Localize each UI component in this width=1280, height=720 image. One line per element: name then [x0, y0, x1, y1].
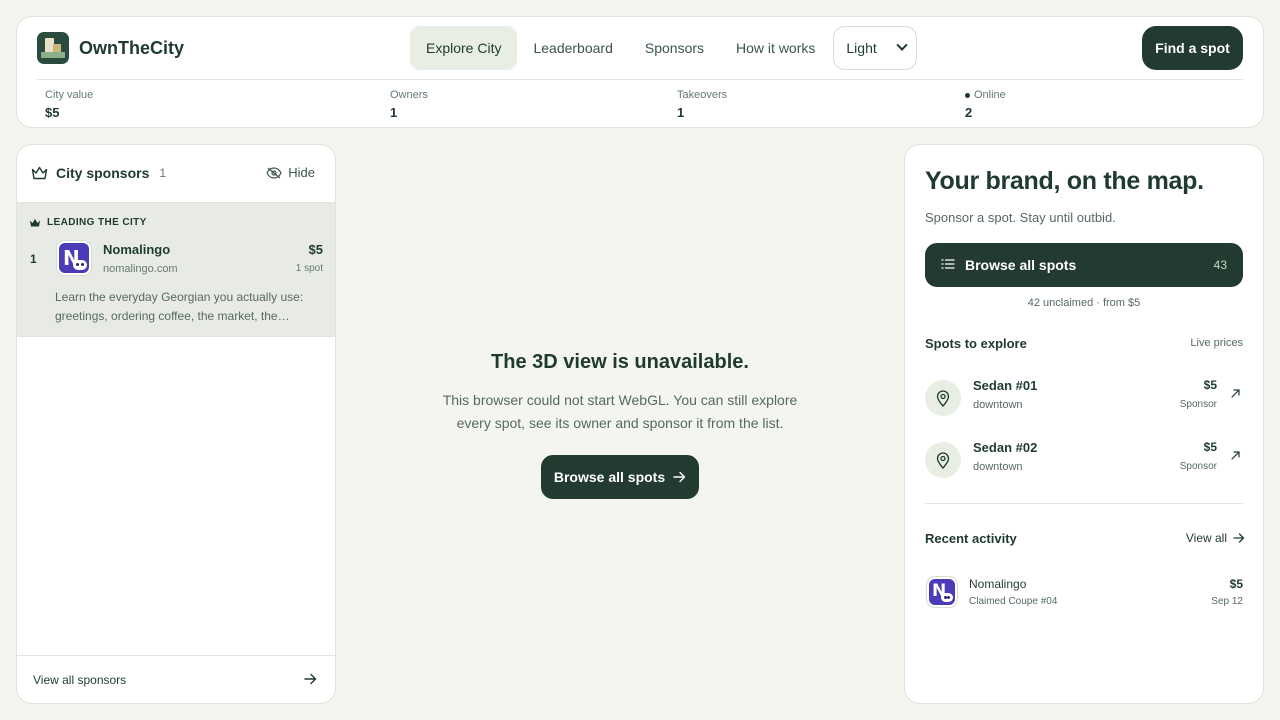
- city-logo-icon[interactable]: [37, 32, 69, 64]
- stat-label: Owners: [390, 89, 428, 101]
- sponsor-domain[interactable]: nomalingo.com: [103, 263, 178, 275]
- header-divider: [37, 79, 1243, 80]
- fallback-title: The 3D view is unavailable.: [491, 351, 749, 373]
- section-divider: [925, 503, 1243, 504]
- arrow-right-icon: [673, 471, 686, 483]
- top-bar: OwnTheCity Explore City Leaderboard Spon…: [16, 16, 1264, 128]
- leading-label: LEADING THE CITY: [47, 217, 147, 228]
- online-dot-icon: [965, 92, 970, 98]
- arrow-up-right-icon[interactable]: [1230, 450, 1241, 461]
- spot-name: Sedan #01: [973, 378, 1038, 393]
- tab-how-it-works[interactable]: How it works: [720, 26, 831, 70]
- spot-price: $5: [1203, 378, 1217, 392]
- view-all-activity-link[interactable]: View all: [1186, 531, 1245, 545]
- promo-title: Your brand, on the map.: [925, 167, 1204, 195]
- spot-price: $5: [1203, 440, 1217, 454]
- chevron-down-icon: [896, 39, 909, 51]
- tab-explore-city[interactable]: Explore City: [410, 26, 518, 70]
- activity-avatar: N: [927, 577, 957, 607]
- spot-row[interactable]: Sedan #02 downtown $5 Sponsor: [925, 438, 1243, 486]
- find-spot-button[interactable]: Find a spot: [1142, 26, 1243, 70]
- promo-panel: Your brand, on the map. Sponsor a spot. …: [904, 144, 1264, 704]
- crown-icon: [30, 218, 40, 226]
- tab-leaderboard[interactable]: Leaderboard: [517, 26, 628, 70]
- browse-all-spots-button[interactable]: Browse all spots: [541, 455, 699, 499]
- stat-label: City value: [45, 89, 94, 101]
- sponsors-title: City sponsors: [56, 165, 150, 181]
- arrow-up-right-icon[interactable]: [1230, 388, 1241, 399]
- live-prices-note: Live prices: [1190, 337, 1243, 349]
- sponsor-avatar: N: [57, 241, 91, 275]
- spot-name: Sedan #02: [973, 440, 1038, 455]
- browse-all-spots-button[interactable]: Browse all spots 43: [925, 243, 1243, 287]
- arrow-right-icon: [304, 673, 317, 685]
- stat-label: Takeovers: [677, 89, 728, 101]
- activity-date: Sep 12: [1211, 596, 1243, 607]
- brand-name[interactable]: OwnTheCity: [79, 38, 184, 59]
- browse-all-spots-label: Browse all spots: [965, 257, 1077, 273]
- map-pin-icon: [925, 442, 961, 478]
- sponsor-price: $5: [308, 242, 323, 257]
- eye-off-icon: [266, 166, 282, 179]
- promo-subtitle: Sponsor a spot. Stay until outbid.: [925, 210, 1116, 225]
- spots-count: 43: [1213, 258, 1227, 272]
- activity-price: $5: [1229, 577, 1243, 591]
- sponsors-count: 1: [159, 166, 167, 180]
- fallback-description: This browser could not start WebGL. You …: [442, 392, 798, 431]
- sponsor-spots: 1 spot: [295, 263, 323, 274]
- spots-section-title: Spots to explore: [925, 336, 1027, 351]
- stat-value: 1: [390, 105, 398, 120]
- sponsor-description: Learn the everyday Georgian you actually…: [55, 290, 304, 323]
- crown-icon: [31, 166, 48, 179]
- stat-owners: Owners 1: [390, 89, 428, 120]
- activity-section-title: Recent activity: [925, 531, 1017, 546]
- stat-value: 2: [965, 105, 973, 120]
- view-all-label: View all: [1185, 531, 1227, 545]
- leading-sponsor-card[interactable]: LEADING THE CITY 1 N Nomalingo nomalingo…: [17, 202, 335, 337]
- hide-sponsors-button[interactable]: Hide: [266, 165, 315, 180]
- main-nav: Explore City Leaderboard Sponsors How it…: [410, 26, 918, 70]
- spot-area: downtown: [973, 461, 1023, 473]
- spot-area: downtown: [973, 399, 1023, 411]
- stat-takeovers: Takeovers 1: [677, 89, 727, 120]
- activity-name: Nomalingo: [969, 577, 1027, 591]
- map-fallback: The 3D view is unavailable. This browser…: [336, 144, 904, 704]
- stat-city-value: City value $5: [45, 89, 93, 120]
- map-pin-icon: [925, 380, 961, 416]
- hide-label: Hide: [288, 165, 315, 180]
- view-all-sponsors-label: View all sponsors: [33, 673, 127, 687]
- view-all-sponsors-link[interactable]: View all sponsors: [17, 655, 335, 703]
- spot-row[interactable]: Sedan #01 downtown $5 Sponsor: [925, 376, 1243, 424]
- arrow-right-icon: [1233, 533, 1245, 543]
- browse-all-spots-label: Browse all spots: [553, 469, 666, 485]
- spot-type: Sponsor: [1179, 461, 1217, 472]
- activity-description: Claimed Coupe #04: [969, 596, 1058, 607]
- theme-select-value: Light: [846, 40, 877, 56]
- unclaimed-summary: 42 unclaimed · from $5: [1027, 297, 1141, 309]
- sponsor-rank: 1: [30, 252, 37, 266]
- tab-sponsors[interactable]: Sponsors: [629, 26, 720, 70]
- sponsors-panel: City sponsors 1 Hide LEADING THE CITY 1 …: [16, 144, 336, 704]
- leading-tag: LEADING THE CITY: [29, 217, 147, 228]
- theme-select[interactable]: Light: [833, 26, 918, 70]
- sponsors-header: City sponsors 1: [31, 165, 166, 181]
- sponsor-name: Nomalingo: [103, 242, 171, 257]
- stat-value: $5: [45, 105, 60, 120]
- stat-label: Online: [974, 89, 1006, 101]
- list-icon: [941, 259, 955, 269]
- spot-type: Sponsor: [1179, 399, 1217, 410]
- stat-online: Online 2: [965, 89, 1006, 120]
- stat-value: 1: [677, 105, 685, 120]
